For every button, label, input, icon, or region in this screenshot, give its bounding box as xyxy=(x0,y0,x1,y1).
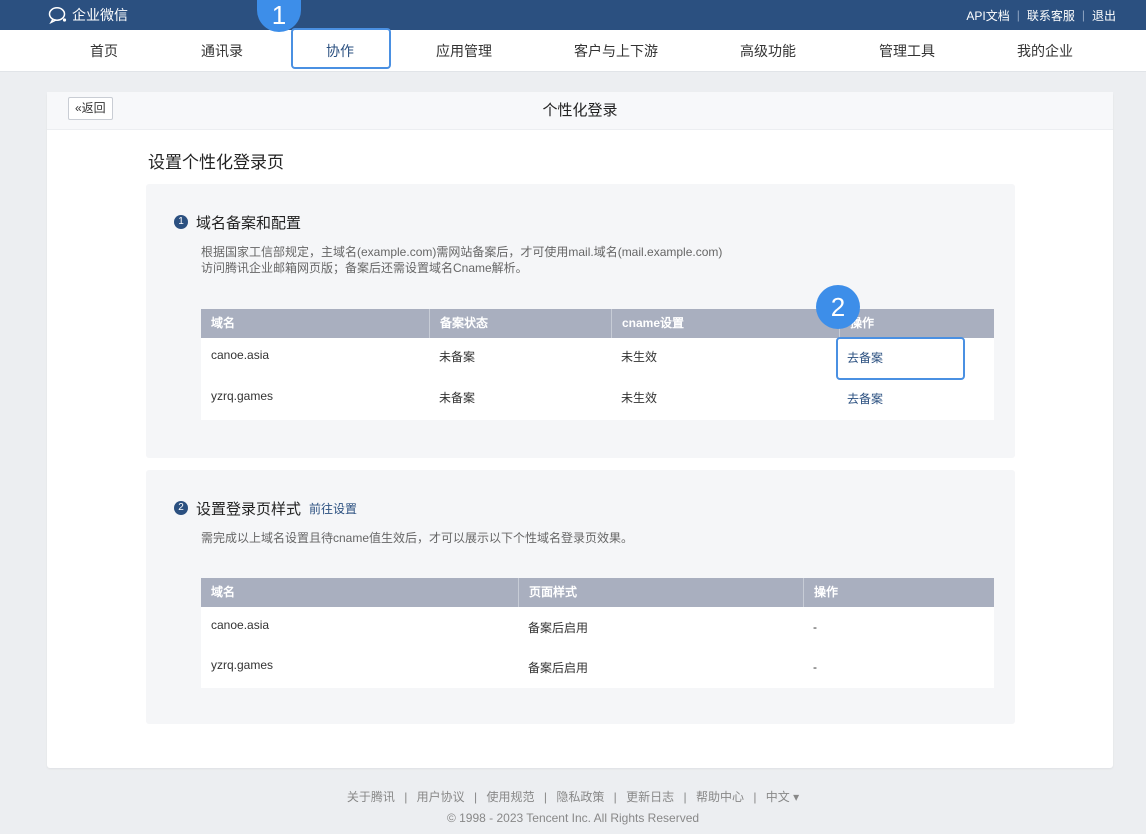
step-badge: 2 xyxy=(816,285,860,329)
highlight-box-go-filing xyxy=(836,337,965,380)
language-select[interactable]: 中文 ▾ xyxy=(766,790,799,804)
back-button[interactable]: «返回 xyxy=(68,97,113,120)
step-number: 2 xyxy=(174,501,188,515)
column-header-filing-status: 备案状态 xyxy=(429,309,611,338)
column-header-action: 操作 xyxy=(839,309,994,338)
logo-text: 企业微信 xyxy=(72,7,128,23)
go-settings-link[interactable]: 前往设置 xyxy=(309,500,357,517)
section-title-text: 设置登录页样式 xyxy=(196,500,302,518)
cell-domain: canoe.asia xyxy=(211,348,270,362)
cell-cname: 未生效 xyxy=(621,350,658,364)
footer: 关于腾讯 | 用户协议 | 使用规范 | 隐私政策 | 更新日志 | 帮助中心 … xyxy=(0,788,1146,825)
go-filing-link[interactable]: 去备案 xyxy=(837,390,883,407)
column-header-page-style: 页面样式 xyxy=(518,578,803,607)
logo[interactable]: 企业微信 xyxy=(48,5,128,25)
footer-link-help[interactable]: 帮助中心 xyxy=(696,790,744,804)
footer-link-usage-rules[interactable]: 使用规范 xyxy=(486,790,534,804)
login-style-table: 域名 页面样式 操作 canoe.asia 备案后启用 - yzrq.games… xyxy=(201,578,994,688)
separator: | xyxy=(1016,8,1020,22)
description-line: 访问腾讯企业邮箱网页版；备案后还需设置域名Cname解析。 xyxy=(201,261,528,275)
nav-customers[interactable]: 客户与上下游 xyxy=(574,30,658,72)
domain-config-section: 1 域名备案和配置 根据国家工信部规定，主域名(example.com)需网站备… xyxy=(146,184,1015,458)
section-title-text: 域名备案和配置 xyxy=(196,214,302,232)
top-links: API文档 | 联系客服 | 退出 xyxy=(966,0,1116,30)
cell-action: - xyxy=(813,620,817,634)
cell-domain: canoe.asia xyxy=(211,618,270,632)
highlight-box-collaboration xyxy=(291,28,391,69)
wecom-logo-icon xyxy=(48,7,67,24)
contact-support-link[interactable]: 联系客服 xyxy=(1027,7,1075,24)
cell-cname: 未生效 xyxy=(621,391,658,405)
cell-domain: yzrq.games xyxy=(211,658,274,672)
footer-link-privacy[interactable]: 隐私政策 xyxy=(556,790,604,804)
logout-link[interactable]: 退出 xyxy=(1092,7,1116,24)
separator: | xyxy=(404,790,408,804)
nav-home[interactable]: 首页 xyxy=(90,30,118,72)
separator: | xyxy=(683,790,687,804)
page-title: 个性化登录 xyxy=(542,102,618,119)
cell-filing-status: 未备案 xyxy=(439,391,476,405)
separator: | xyxy=(543,790,547,804)
section-title: 1 域名备案和配置 xyxy=(174,212,301,232)
page-heading: 设置个性化登录页 xyxy=(148,153,284,172)
column-header-domain: 域名 xyxy=(211,316,236,330)
nav-app-management[interactable]: 应用管理 xyxy=(436,30,492,72)
cell-page-style: 备案后启用 xyxy=(528,661,589,675)
footer-link-about[interactable]: 关于腾讯 xyxy=(347,790,395,804)
description-line: 根据国家工信部规定，主域名(example.com)需网站备案后，才可使用mai… xyxy=(201,245,723,259)
separator: | xyxy=(1081,8,1085,22)
footer-link-changelog[interactable]: 更新日志 xyxy=(626,790,674,804)
table-header: 域名 页面样式 操作 xyxy=(201,578,994,607)
column-header-domain: 域名 xyxy=(211,585,236,599)
section-description: 根据国家工信部规定，主域名(example.com)需网站备案后，才可使用mai… xyxy=(201,244,722,276)
footer-links: 关于腾讯 | 用户协议 | 使用规范 | 隐私政策 | 更新日志 | 帮助中心 … xyxy=(0,788,1146,805)
separator: | xyxy=(753,790,757,804)
top-bar: 企业微信 API文档 | 联系客服 | 退出 xyxy=(0,0,1146,30)
separator: | xyxy=(613,790,617,804)
column-header-action: 操作 xyxy=(803,578,994,607)
nav-my-enterprise[interactable]: 我的企业 xyxy=(1017,30,1073,72)
nav-contacts[interactable]: 通讯录 xyxy=(201,30,243,72)
login-style-section: 2 设置登录页样式 前往设置 需完成以上域名设置且待cname值生效后，才可以展… xyxy=(146,470,1015,724)
section-description: 需完成以上域名设置且待cname值生效后，才可以展示以下个性域名登录页效果。 xyxy=(201,531,634,545)
main-card: 个性化登录 «返回 设置个性化登录页 1 域名备案和配置 根据国家工信部规定，主… xyxy=(47,92,1113,768)
cell-filing-status: 未备案 xyxy=(439,350,476,364)
nav-admin-tools[interactable]: 管理工具 xyxy=(879,30,935,72)
cell-domain: yzrq.games xyxy=(211,389,274,403)
nav-advanced[interactable]: 高级功能 xyxy=(740,30,796,72)
cell-page-style: 备案后启用 xyxy=(528,621,589,635)
column-header-cname: cname设置 xyxy=(611,309,839,338)
step-number: 1 xyxy=(174,215,188,229)
copyright: © 1998 - 2023 Tencent Inc. All Rights Re… xyxy=(446,811,700,825)
cell-action: - xyxy=(813,660,817,674)
separator: | xyxy=(474,790,478,804)
footer-link-agreement[interactable]: 用户协议 xyxy=(417,790,465,804)
table-header: 域名 备案状态 cname设置 操作 xyxy=(201,309,994,338)
section-title: 2 设置登录页样式 前往设置 xyxy=(174,498,357,518)
api-docs-link[interactable]: API文档 xyxy=(966,7,1009,24)
main-nav: 首页 通讯录 协作 应用管理 客户与上下游 高级功能 管理工具 我的企业 xyxy=(0,30,1146,72)
card-header: 个性化登录 «返回 xyxy=(47,92,1113,130)
